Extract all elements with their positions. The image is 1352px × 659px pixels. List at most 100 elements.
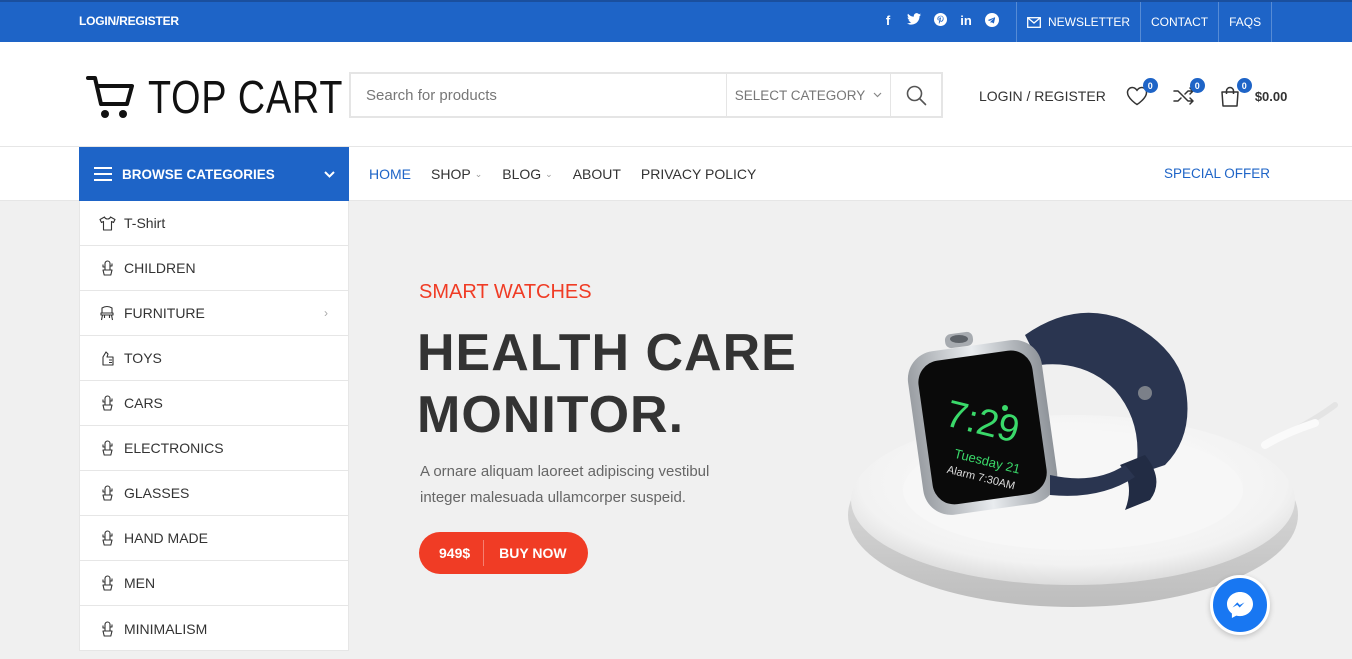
cactus-icon [98,394,116,412]
messenger-chat-button[interactable] [1210,575,1270,635]
cactus-icon [98,484,116,502]
cart-button[interactable]: 0 [1220,78,1252,107]
nav-item-blog[interactable]: BLOG ⌄ [502,166,552,182]
chevron-down-icon: ⌄ [474,168,483,179]
toy-icon [98,349,116,367]
category-list: T-Shirt CHILDREN FURNITURE › TOYS CARS E… [79,201,349,651]
cart-count-badge: 0 [1236,78,1252,93]
top-bar: LOGIN/REGISTER f in NEWSLETTER CONTACT F… [0,0,1352,42]
category-select-label: SELECT CATEGORY [734,87,866,103]
hero-description: A ornare aliquam laoreet adipiscing vest… [420,459,750,511]
category-item-minimalism[interactable]: MINIMALISM [80,606,348,651]
category-item-furniture[interactable]: FURNITURE › [80,291,348,336]
nav-item-label: BLOG [502,166,542,182]
nav-item-home[interactable]: HOME [369,166,411,182]
smartwatch-product-image: 7:29 Tuesday 21 Alarm 7:30AM [848,312,1338,607]
header-actions: LOGIN / REGISTER 0 0 0 $0.00 [979,78,1288,107]
facebook-icon[interactable]: f [880,13,896,30]
category-label: CARS [124,395,163,411]
nav-item-label: SHOP [431,166,471,182]
browse-categories-button[interactable]: BROWSE CATEGORIES [79,147,349,201]
main-header: TOP CART SELECT CATEGORY LOGIN / REGISTE… [0,42,1352,147]
category-label: HAND MADE [124,530,209,546]
buy-now-button[interactable]: 949$ BUY NOW [419,532,588,574]
contact-label: CONTACT [1151,15,1209,29]
logo-text: TOP CART [148,71,344,123]
hero-description-line-1: A ornare aliquam laoreet adipiscing vest… [420,463,710,480]
social-links: f in [880,13,1000,30]
search-icon [906,85,926,105]
nav-item-label: PRIVACY POLICY [640,166,757,182]
top-links: NEWSLETTER CONTACT FAQS [1016,2,1273,42]
shopping-bag-icon [1221,86,1239,107]
special-offer-link[interactable]: SPECIAL OFFER [1164,166,1270,181]
main-navigation: BROWSE CATEGORIES HOME SHOP ⌄ BLOG ⌄ ABOUT… [0,147,1352,201]
category-item-cars[interactable]: CARS [80,381,348,426]
messenger-icon [1227,592,1253,618]
category-label: ELECTRONICS [124,440,224,456]
compare-button[interactable]: 0 [1173,78,1205,106]
hero-headline: HEALTH CARE MONITOR. [417,322,797,446]
pinterest-icon[interactable] [932,13,948,30]
chevron-down-icon [873,92,882,98]
site-logo[interactable]: TOP CART [86,70,386,124]
hero-subtitle: SMART WATCHES [419,281,592,303]
faqs-label: FAQS [1229,15,1262,29]
cactus-icon [98,620,116,638]
wishlist-button[interactable]: 0 [1126,78,1158,106]
compare-count-badge: 0 [1189,78,1205,93]
cart-total[interactable]: $0.00 [1255,89,1288,104]
chevron-down-icon: ⌄ [545,168,553,179]
top-login-register-link[interactable]: LOGIN/REGISTER [79,14,179,28]
hamburger-icon [94,167,112,181]
twitter-icon[interactable] [906,13,922,30]
nav-item-shop[interactable]: SHOP ⌄ [431,166,482,182]
search-bar: SELECT CATEGORY [349,72,943,118]
category-item-electronics[interactable]: ELECTRONICS [80,426,348,471]
nav-item-label: ABOUT [572,166,621,182]
buy-now-label: BUY NOW [499,545,567,561]
newsletter-link[interactable]: NEWSLETTER [1016,2,1140,42]
category-label: FURNITURE [124,305,205,321]
search-input[interactable] [351,74,726,116]
cactus-icon [98,529,116,547]
category-label: MEN [124,575,156,591]
faqs-link[interactable]: FAQS [1218,2,1273,42]
category-select[interactable]: SELECT CATEGORY [726,74,890,116]
browse-categories-label: BROWSE CATEGORIES [122,166,275,182]
hero-price: 949$ [419,540,485,566]
envelope-icon [1027,16,1041,28]
category-item-glasses[interactable]: GLASSES [80,471,348,516]
hero-description-line-2: integer malesuada ullamcorper suspeid. [420,489,686,506]
hero-headline-line-1: HEALTH CARE [417,324,797,382]
category-label: GLASSES [124,485,190,501]
header-login-register-link[interactable]: LOGIN / REGISTER [979,88,1106,104]
chevron-down-icon [324,170,335,178]
category-item-hand-made[interactable]: HAND MADE [80,516,348,561]
contact-link[interactable]: CONTACT [1140,2,1218,42]
linkedin-icon[interactable]: in [958,13,974,30]
nav-item-label: HOME [369,166,411,182]
hero-headline-line-2: MONITOR. [417,386,685,444]
search-button[interactable] [890,74,941,116]
telegram-icon[interactable] [984,13,1000,30]
category-label: T-Shirt [124,215,166,231]
chair-icon [98,304,116,322]
category-item-tshirt[interactable]: T-Shirt [80,201,348,246]
category-label: CHILDREN [124,260,196,276]
wishlist-count-badge: 0 [1142,78,1158,93]
category-item-men[interactable]: MEN [80,561,348,606]
cactus-icon [98,574,116,592]
nav-item-about[interactable]: ABOUT [573,166,621,182]
nav-menu: HOME SHOP ⌄ BLOG ⌄ ABOUT PRIVACY POLICY [369,147,756,201]
category-label: TOYS [124,350,162,366]
newsletter-label: NEWSLETTER [1048,15,1131,29]
cactus-icon [98,259,116,277]
category-item-children[interactable]: CHILDREN [80,246,348,291]
cart-logo-icon [86,76,134,118]
tshirt-icon [98,214,116,232]
category-label: MINIMALISM [124,620,208,637]
category-item-toys[interactable]: TOYS [80,336,348,381]
cactus-icon [98,439,116,457]
nav-item-privacy-policy[interactable]: PRIVACY POLICY [641,166,756,182]
